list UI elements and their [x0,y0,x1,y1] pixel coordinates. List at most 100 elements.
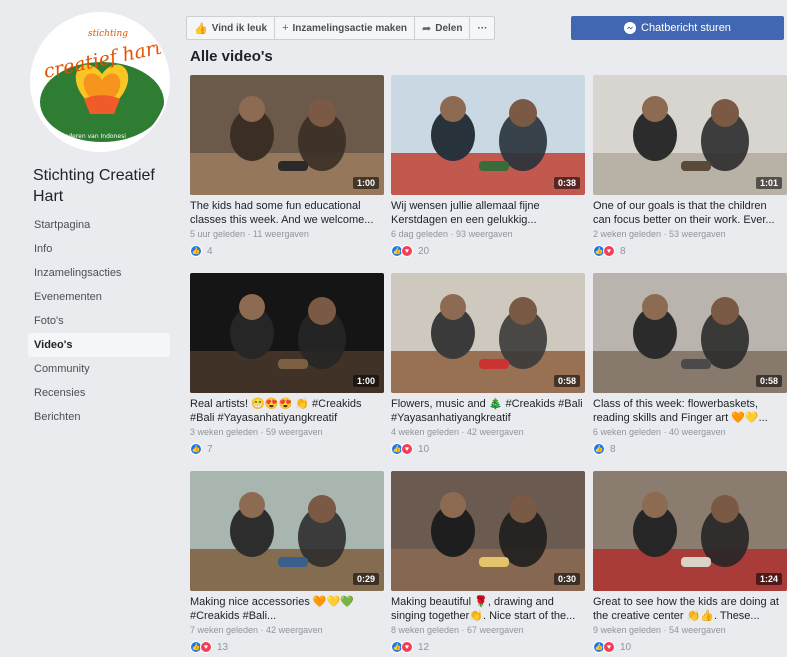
video-card[interactable]: 1:01 One of our goals is that the childre… [593,75,787,258]
love-reaction-icon: ♥ [401,641,413,653]
reaction-count: 10 [620,641,632,653]
video-duration: 0:58 [553,375,580,387]
video-thumbnail[interactable]: 0:29 [190,471,384,591]
love-reaction-icon: ♥ [401,245,413,257]
video-thumbnail[interactable]: 0:38 [391,75,585,195]
video-title[interactable]: Making beautiful 🌹, drawing and singing … [391,595,585,623]
messenger-icon [624,22,637,34]
sidebar-item-7[interactable]: Recensies [28,381,170,405]
reaction-count: 12 [418,641,430,653]
video-duration: 0:30 [553,573,580,585]
sidebar-item-6[interactable]: Community [28,357,170,381]
reactions-bar[interactable]: 👍 ♥ 12 [391,640,585,654]
sidebar-item-2[interactable]: Inzamelingsacties [28,261,170,285]
sidebar-item-1[interactable]: Info [28,237,170,261]
like-page-label: Vind ik leuk [211,22,268,34]
video-duration: 0:29 [352,573,379,585]
sidebar-item-5[interactable]: Video's [28,333,170,357]
section-title: Alle video's [190,48,273,65]
svg-text:de kinderen van Indonesi: de kinderen van Indonesi [50,133,126,140]
reaction-count: 13 [217,641,229,653]
video-meta: 6 weken geleden · 40 weergaven [593,427,726,437]
love-reaction-icon: ♥ [401,443,413,455]
share-arrow-icon: ➦ [422,22,432,35]
sidebar-item-0[interactable]: Startpagina [28,213,170,237]
share-label: Delen [435,22,463,34]
create-fundraiser-label: Inzamelingsactie maken [292,22,408,34]
reaction-count: 7 [207,443,213,455]
left-column: stichting creatief hart de kinderen van … [0,0,180,657]
video-card[interactable]: 0:58 Class of this week: flowerbaskets, r… [593,273,787,456]
share-button[interactable]: ➦ Delen [415,16,471,40]
more-options-button[interactable]: ··· [470,16,496,40]
video-meta: 5 uur geleden · 11 weergaven [190,229,309,239]
video-card[interactable]: 0:58 Flowers, music and 🎄 #Creakids #Bali… [391,273,585,456]
like-reaction-icon: 👍 [190,443,202,455]
video-title[interactable]: Class of this week: flowerbaskets, readi… [593,397,787,425]
video-meta: 7 weken geleden · 42 weergaven [190,625,323,635]
page-action-bar: 👍 Vind ik leuk + Inzamelingsactie maken … [186,16,496,40]
video-meta: 4 weken geleden · 42 weergaven [391,427,524,437]
video-meta: 8 weken geleden · 67 weergaven [391,625,524,635]
video-duration: 0:38 [553,177,580,189]
reaction-count: 8 [610,443,616,455]
creatief-hart-logo-icon: stichting creatief hart de kinderen van … [32,14,168,150]
reactions-bar[interactable]: 👍 ♥ 10 [391,442,585,456]
sidebar-item-8[interactable]: Berichten [28,405,170,429]
page-name[interactable]: Stichting Creatief Hart [33,165,173,207]
video-meta: 9 weken geleden · 54 weergaven [593,625,726,635]
video-title[interactable]: Making nice accessories 🧡💛💚 #Creakids #B… [190,595,384,623]
like-reaction-icon: 👍 [190,245,202,257]
reactions-bar[interactable]: 👍 7 [190,442,384,456]
reaction-count: 10 [418,443,430,455]
send-message-button[interactable]: Chatbericht sturen [571,16,784,40]
reaction-count: 20 [418,245,430,257]
video-title[interactable]: The kids had some fun educational classe… [190,199,384,227]
more-options-label: ··· [477,22,488,34]
reactions-bar[interactable]: 👍 ♥ 13 [190,640,384,654]
love-reaction-icon: ♥ [603,641,615,653]
video-thumbnail[interactable]: 1:00 [190,273,384,393]
video-title[interactable]: Wij wensen jullie allemaal fijne Kerstda… [391,199,585,227]
thumbs-up-icon: 👍 [194,22,208,35]
reactions-bar[interactable]: 👍 ♥ 10 [593,640,787,654]
reactions-bar[interactable]: 👍 ♥ 8 [593,244,787,258]
like-page-button[interactable]: 👍 Vind ik leuk [186,16,276,40]
video-duration: 1:00 [352,375,379,387]
video-duration: 0:58 [755,375,782,387]
love-reaction-icon: ♥ [603,245,615,257]
video-meta: 2 weken geleden · 53 weergaven [593,229,726,239]
plus-icon: + [282,22,289,34]
side-navigation: Startpagina Info Inzamelingsacties Evenemen… [28,213,170,429]
video-meta: 6 dag geleden · 93 weergaven [391,229,513,239]
video-title[interactable]: Flowers, music and 🎄 #Creakids #Bali #Ya… [391,397,585,425]
svg-text:stichting: stichting [88,29,128,39]
profile-picture[interactable]: stichting creatief hart de kinderen van … [30,12,170,152]
reactions-bar[interactable]: 👍 8 [593,442,787,456]
video-duration: 1:00 [352,177,379,189]
video-title[interactable]: One of our goals is that the children ca… [593,199,787,227]
video-duration: 1:01 [755,177,782,189]
video-card[interactable]: 1:00 Real artists! 😁😍😍 👏 #Creakids #Bali … [190,273,384,456]
video-card[interactable]: 0:38 Wij wensen jullie allemaal fijne Ker… [391,75,585,258]
video-title[interactable]: Real artists! 😁😍😍 👏 #Creakids #Bali #Yay… [190,397,384,425]
video-thumbnail[interactable]: 0:58 [391,273,585,393]
video-title[interactable]: Great to see how the kids are doing at t… [593,595,787,623]
reaction-count: 4 [207,245,213,257]
video-card[interactable]: 1:24 Great to see how the kids are doing … [593,471,787,654]
sidebar-item-4[interactable]: Foto's [28,309,170,333]
video-thumbnail[interactable]: 0:58 [593,273,787,393]
reactions-bar[interactable]: 👍 ♥ 20 [391,244,585,258]
video-thumbnail[interactable]: 1:24 [593,471,787,591]
video-card[interactable]: 0:30 Making beautiful 🌹, drawing and sing… [391,471,585,654]
like-reaction-icon: 👍 [593,443,605,455]
video-card[interactable]: 1:00 The kids had some fun educational cl… [190,75,384,258]
video-thumbnail[interactable]: 1:00 [190,75,384,195]
sidebar-item-3[interactable]: Evenementen [28,285,170,309]
video-thumbnail[interactable]: 1:01 [593,75,787,195]
video-thumbnail[interactable]: 0:30 [391,471,585,591]
video-card[interactable]: 0:29 Making nice accessories 🧡💛💚 #Creakid… [190,471,384,654]
create-fundraiser-button[interactable]: + Inzamelingsactie maken [275,16,416,40]
reactions-bar[interactable]: 👍 4 [190,244,384,258]
reaction-count: 8 [620,245,626,257]
